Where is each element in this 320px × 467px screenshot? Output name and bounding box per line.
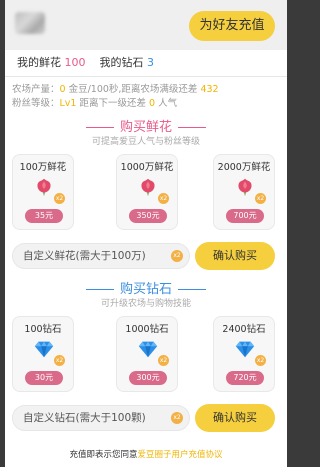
flowers-section-title: 购买鲜花 (5, 116, 287, 135)
divider (5, 76, 287, 77)
farm-remaining-value: 432 (200, 84, 219, 95)
multiplier-badge: x2 (54, 355, 65, 366)
farm-output-info: 农场产量：0 金豆/100秒,距离农场满级还差 432 (12, 81, 219, 95)
fans-level-unit: 人气 (155, 98, 178, 109)
multiplier-badge: x2 (171, 412, 183, 424)
diamond-balance-value: 3 (147, 56, 154, 69)
custom-flower-input[interactable]: 自定义鲜花(需大于100万) x2 (12, 243, 190, 269)
multiplier-badge: x2 (158, 193, 169, 204)
multiplier-badge: x2 (54, 193, 65, 204)
diamond-package-3[interactable]: 2400钻石 x2 720元 (213, 316, 275, 392)
rose-icon (238, 178, 252, 197)
price-tag: 30元 (25, 371, 63, 385)
flower-package-1[interactable]: 100万鲜花 x2 35元 (12, 154, 74, 230)
price-tag: 350元 (129, 209, 167, 223)
recharge-for-friend-button[interactable]: 为好友充值 (189, 11, 275, 41)
custom-diamond-input[interactable]: 自定义钻石(需大于100颗) x2 (12, 405, 190, 431)
title-dash-right (178, 127, 206, 128)
multiplier-badge: x2 (171, 250, 183, 262)
price-tag: 35元 (25, 209, 63, 223)
fans-level-label: 粉丝等级： (12, 98, 60, 109)
avatar (15, 12, 45, 34)
diamond-icon (235, 341, 255, 358)
fans-level-value: Lv1 (59, 98, 77, 109)
custom-diamond-label: 自定义钻石(需大于100颗) (23, 412, 146, 424)
flower-package-2[interactable]: 1000万鲜花 x2 350元 (116, 154, 178, 230)
diamond-icon (34, 341, 54, 358)
fans-level-info: 粉丝等级：Lv1 距离下一级还差 0 人气 (12, 95, 177, 109)
rose-icon (141, 178, 155, 197)
user-recharge-agreement-link[interactable]: 爱豆圈子用户充值协议 (138, 450, 223, 460)
diamonds-section-title: 购买钻石 (5, 278, 287, 297)
title-dash-left (85, 289, 114, 290)
title-dash-left (85, 127, 114, 128)
multiplier-badge: x2 (255, 355, 266, 366)
flowers-title-text: 购买鲜花 (119, 120, 172, 135)
diamond-balance-label: 我的钻石 (99, 56, 144, 69)
confirm-diamond-purchase-button[interactable]: 确认购买 (195, 404, 275, 432)
farm-output-text: 金豆/100秒,距离农场满级还差 (65, 84, 201, 95)
diamond-icon (138, 341, 158, 358)
diamond-package-2[interactable]: 1000钻石 x2 300元 (116, 316, 178, 392)
flower-package-3[interactable]: 2000万鲜花 x2 700元 (213, 154, 275, 230)
multiplier-badge: x2 (255, 193, 266, 204)
recharge-page: 为好友充值 我的鲜花 100 我的钻石 3 农场产量：0 金豆/100秒,距离农… (5, 0, 287, 467)
custom-flower-label: 自定义鲜花(需大于100万) (23, 250, 146, 262)
flowers-section-subtitle: 可提高爱豆人气与粉丝等级 (91, 137, 200, 147)
top-bar: 为好友充值 (5, 0, 287, 50)
fans-level-text: 距离下一级还差 (76, 98, 150, 109)
multiplier-badge: x2 (158, 355, 169, 366)
confirm-flower-purchase-button[interactable]: 确认购买 (195, 242, 275, 270)
agreement-text: 充值即表示您同意爱豆圈子用户充值协议 (5, 448, 287, 460)
package-name: 1000万鲜花 (120, 162, 174, 173)
diamond-package-1[interactable]: 100钻石 x2 30元 (12, 316, 74, 392)
diamonds-title-text: 购买钻石 (119, 282, 172, 297)
package-name: 1000钻石 (125, 324, 169, 335)
diamonds-section-subtitle: 可升级农场与购物技能 (100, 299, 191, 309)
price-tag: 700元 (226, 209, 264, 223)
package-name: 2000万鲜花 (217, 162, 271, 173)
agreement-prefix: 充值即表示您同意 (69, 450, 138, 460)
farm-output-label: 农场产量： (12, 84, 60, 95)
price-tag: 720元 (226, 371, 264, 385)
package-name: 100钻石 (24, 324, 62, 335)
flower-balance-value: 100 (64, 56, 86, 69)
balance-row: 我的鲜花 100 我的钻石 3 (5, 50, 287, 76)
flower-balance-label: 我的鲜花 (17, 56, 61, 69)
price-tag: 300元 (129, 371, 167, 385)
package-name: 2400钻石 (222, 324, 266, 335)
title-dash-right (178, 289, 206, 290)
package-name: 100万鲜花 (19, 162, 67, 173)
rose-icon (37, 178, 51, 197)
